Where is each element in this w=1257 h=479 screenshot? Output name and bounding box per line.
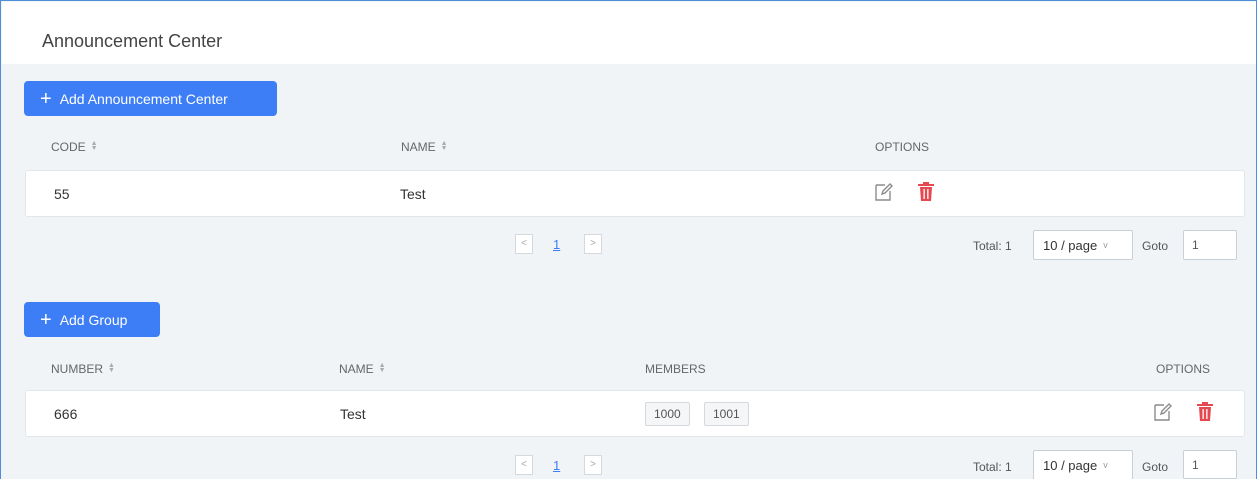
trash-icon[interactable] — [1195, 401, 1215, 423]
column-header-code[interactable]: CODE ▲ ▼ — [51, 140, 98, 154]
prev-page-button[interactable]: < — [515, 455, 533, 475]
column-header-options-label: OPTIONS — [875, 140, 930, 154]
column-header-members: MEMBERS — [645, 362, 706, 376]
column-header-code-label: CODE — [51, 140, 86, 154]
sort-icon[interactable]: ▲ ▼ — [441, 140, 448, 152]
sort-icon[interactable]: ▲ ▼ — [108, 362, 115, 374]
row-name: Test — [400, 186, 426, 202]
member-tag: 1001 — [704, 402, 749, 426]
member-tag: 1000 — [645, 402, 690, 426]
total-count: Total: 1 — [973, 460, 1012, 474]
goto-label: Goto — [1142, 239, 1169, 253]
table-row: 666 Test 1000 1001 — [25, 390, 1245, 437]
sort-icon[interactable]: ▲ ▼ — [91, 140, 98, 152]
sort-icon[interactable]: ▲ ▼ — [379, 362, 386, 374]
column-header-name[interactable]: NAME ▲ ▼ — [401, 140, 448, 154]
page-header: Announcement Center — [2, 2, 1256, 64]
column-header-options: OPTIONS — [875, 140, 929, 154]
page-size-value: 10 / page — [1043, 237, 1098, 253]
goto-input[interactable]: 1 — [1183, 450, 1237, 479]
column-header-members-label: MEMBERS — [645, 362, 706, 376]
total-count: Total: 1 — [973, 239, 1012, 253]
row-number: 666 — [54, 406, 78, 422]
column-header-name-label: NAME — [339, 362, 374, 376]
add-announcement-center-button[interactable]: + Add Announcement Center — [24, 81, 277, 116]
goto-input[interactable]: 1 — [1183, 230, 1237, 260]
page-size-select[interactable]: 10 / page v — [1033, 450, 1133, 479]
add-announcement-center-label: Add Announcement Center — [59, 90, 228, 107]
column-header-number-label: NUMBER — [51, 362, 104, 376]
plus-icon: + — [40, 308, 52, 331]
page-number[interactable]: 1 — [553, 458, 560, 473]
chevron-down-icon: v — [1103, 460, 1108, 470]
plus-icon: + — [40, 87, 52, 110]
prev-page-button[interactable]: < — [515, 234, 533, 254]
edit-icon[interactable] — [1153, 401, 1173, 423]
row-code: 55 — [54, 186, 70, 202]
next-page-button[interactable]: > — [584, 234, 602, 254]
next-page-button[interactable]: > — [584, 455, 602, 475]
page-title: Announcement Center — [42, 31, 223, 51]
column-header-options-label: OPTIONS — [1156, 362, 1211, 376]
app-frame: Announcement Center + Add Announcement C… — [0, 0, 1257, 479]
table-row: 55 Test — [25, 170, 1245, 217]
edit-icon[interactable] — [874, 181, 894, 203]
page-size-select[interactable]: 10 / page v — [1033, 230, 1133, 260]
column-header-name[interactable]: NAME ▲ ▼ — [339, 362, 386, 376]
row-name: Test — [340, 406, 366, 422]
column-header-options: OPTIONS — [1156, 362, 1210, 376]
page-number[interactable]: 1 — [553, 237, 560, 252]
chevron-down-icon: v — [1103, 240, 1108, 250]
goto-label: Goto — [1142, 460, 1169, 474]
column-header-number[interactable]: NUMBER ▲ ▼ — [51, 362, 115, 376]
column-header-name-label: NAME — [401, 140, 436, 154]
trash-icon[interactable] — [916, 181, 936, 203]
add-group-button[interactable]: + Add Group — [24, 302, 160, 337]
add-group-label: Add Group — [59, 311, 128, 328]
page-size-value: 10 / page — [1043, 457, 1098, 473]
